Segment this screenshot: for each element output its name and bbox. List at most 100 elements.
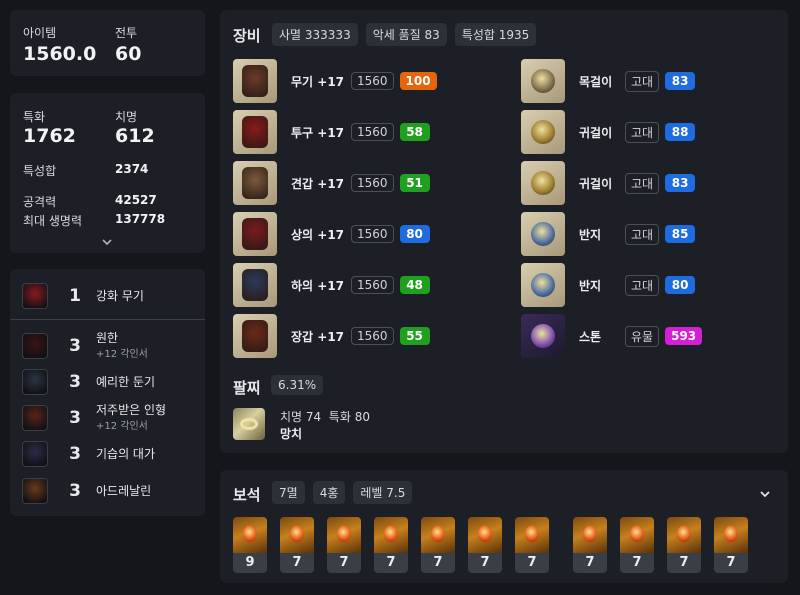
gem-chip: 7멸: [272, 481, 305, 504]
accessory-name: 스톤: [579, 329, 602, 344]
engraving-text: 기습의 대가: [96, 446, 156, 461]
accessory-row[interactable]: 목걸이 고대 83: [521, 59, 696, 103]
gear-icon: [233, 59, 277, 103]
accessory-row[interactable]: 귀걸이 고대 88: [521, 110, 696, 154]
gems-chevron-down-icon[interactable]: [758, 486, 772, 500]
expand-chevron-icon[interactable]: [101, 233, 113, 246]
gear-quality: 51: [399, 174, 430, 192]
equipment-title: 장비: [233, 27, 261, 45]
gem-level: 7: [468, 553, 502, 573]
gem-icon: [327, 517, 361, 553]
gem-slot[interactable]: 7: [468, 517, 502, 573]
divider: [10, 319, 205, 320]
gem-chips: 7멸 4홍 레벨 7.5: [272, 481, 413, 504]
accessory-name: 귀걸이: [579, 176, 613, 191]
accessory-icon: [521, 110, 565, 154]
gem-slot[interactable]: 7: [421, 517, 455, 573]
engraving-book: +12 각인서: [96, 421, 148, 432]
gem-icon: [280, 517, 314, 553]
engraving-level: 3: [69, 408, 81, 428]
gear-row[interactable]: 무기 +17 1560 100: [233, 59, 437, 103]
bracelet-percent: 6.31%: [271, 375, 324, 395]
gear-row[interactable]: 장갑 +17 1560 55: [233, 314, 430, 358]
engraving-text: 강화 무기: [96, 288, 144, 303]
accessory-name: 반지: [579, 278, 602, 293]
accessory-name: 목걸이: [579, 74, 613, 89]
engraving-row[interactable]: 3 예리한 둔기: [10, 365, 205, 399]
gem-icon: [573, 517, 607, 553]
combat-label: 전투: [115, 26, 138, 40]
gem-slot[interactable]: 7: [327, 517, 361, 573]
engraving-row[interactable]: 3 저주받은 인형 +12 각인서: [10, 401, 205, 435]
equipment-chip: 악세 품질 83: [365, 23, 447, 46]
bracelet-icon: [233, 408, 265, 440]
gear-name: 하의 +17: [291, 278, 345, 293]
gear-name: 무기 +17: [291, 74, 345, 89]
equipment-chip: 사멸 333333: [272, 23, 358, 46]
item-level: 1560.0: [23, 43, 97, 65]
total-stat-label: 특성합: [23, 164, 57, 178]
gear-row[interactable]: 견갑 +17 1560 51: [233, 161, 430, 205]
gear-quality: 100: [399, 72, 437, 90]
accessory-row[interactable]: 반지 고대 85: [521, 212, 696, 256]
gear-item-level: 1560: [351, 327, 394, 345]
accessory-row[interactable]: 스톤 유물 593: [521, 314, 703, 358]
stats-panel: 특화 1762 치명 612 특성합 2374 공격력 42527 최대 생명력…: [10, 93, 205, 253]
engraving-row[interactable]: 3 아드레날린: [10, 474, 205, 508]
gear-name: 투구 +17: [291, 125, 345, 140]
gem-slot[interactable]: 7: [280, 517, 314, 573]
accessory-row[interactable]: 반지 고대 80: [521, 263, 696, 307]
bracelet-stats: 치명 74 특화 80: [280, 410, 370, 424]
gem-slot[interactable]: 7: [714, 517, 748, 573]
gem-level: 7: [280, 553, 314, 573]
gear-row[interactable]: 하의 +17 1560 48: [233, 263, 430, 307]
bracelet-title: 팔찌: [233, 379, 261, 397]
gem-slot[interactable]: 7: [667, 517, 701, 573]
gem-level: 7: [515, 553, 549, 573]
accessory-tier: 고대: [625, 70, 660, 92]
accessory-row[interactable]: 귀걸이 고대 83: [521, 161, 696, 205]
gear-icon: [233, 110, 277, 154]
engraving-icon: [22, 478, 48, 504]
engraving-level: 3: [69, 372, 81, 392]
gem-slot[interactable]: 9: [233, 517, 267, 573]
engraving-icon: [22, 333, 48, 359]
gear-item-level: 1560: [351, 123, 394, 141]
accessory-icon: [521, 161, 565, 205]
gear-quality: 48: [399, 276, 430, 294]
gem-level: 7: [620, 553, 654, 573]
engraving-row[interactable]: 3 기습의 대가: [10, 437, 205, 471]
gem-level: 7: [327, 553, 361, 573]
accessory-quality: 593: [665, 327, 703, 345]
hp-label: 최대 생명력: [23, 214, 83, 228]
gem-slot[interactable]: 7: [515, 517, 549, 573]
gear-row[interactable]: 상의 +17 1560 80: [233, 212, 430, 256]
accessory-quality: 85: [665, 225, 696, 243]
engraving-level: 3: [69, 444, 81, 464]
engraving-icon: [22, 405, 48, 431]
gear-item-level: 1560: [351, 276, 394, 294]
gear-icon: [233, 161, 277, 205]
accessory-icon: [521, 59, 565, 103]
gem-level: 7: [667, 553, 701, 573]
gem-level: 7: [714, 553, 748, 573]
engraving-name: 기습의 대가: [96, 446, 156, 461]
gear-quality: 58: [399, 123, 430, 141]
engraving-level: 3: [69, 481, 81, 501]
gem-slot[interactable]: 7: [573, 517, 607, 573]
engraving-row[interactable]: 1 강화 무기: [10, 279, 205, 313]
gem-icon: [233, 517, 267, 553]
engraving-book: +12 각인서: [96, 349, 148, 360]
spec-value: 1762: [23, 125, 76, 147]
gem-slot[interactable]: 7: [620, 517, 654, 573]
gem-icon: [620, 517, 654, 553]
accessory-quality: 88: [665, 123, 696, 141]
equipment-panel: 장비 사멸 333333 악세 품질 83 특성합 1935 무기 +17 1560 1…: [220, 10, 788, 453]
gem-slot[interactable]: 7: [374, 517, 408, 573]
engraving-row[interactable]: 3 원한 +12 각인서: [10, 329, 205, 363]
gear-row[interactable]: 투구 +17 1560 58: [233, 110, 430, 154]
gear-name: 장갑 +17: [291, 329, 345, 344]
engraving-icon: [22, 441, 48, 467]
equipment-chip: 특성합 1935: [454, 23, 537, 46]
engraving-name: 강화 무기: [96, 288, 144, 303]
